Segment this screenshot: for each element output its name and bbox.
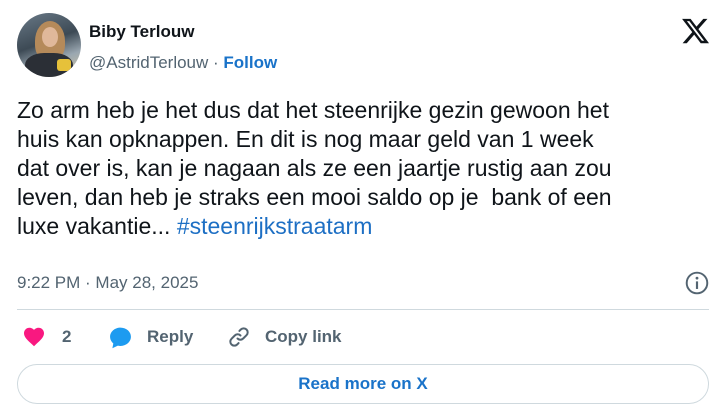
like-button[interactable]: 2	[22, 322, 71, 352]
reply-button[interactable]: Reply	[108, 322, 193, 352]
hashtag-link[interactable]: #steenrijkstraatarm	[177, 213, 373, 239]
tweet-card: Biby Terlouw @AstridTerlouw · Follow Zo …	[0, 0, 725, 407]
reply-label: Reply	[147, 327, 194, 346]
handle-separator: ·	[208, 53, 224, 72]
author-handle-line: @AstridTerlouw · Follow	[89, 53, 277, 73]
read-more-label: Read more on X	[298, 374, 428, 393]
info-icon[interactable]	[684, 270, 710, 296]
x-logo-icon[interactable]	[680, 16, 711, 46]
heart-icon	[24, 327, 44, 347]
avatar[interactable]	[17, 13, 81, 77]
link-icon	[229, 327, 249, 347]
read-more-button[interactable]: Read more on X	[17, 364, 709, 404]
follow-button[interactable]: Follow	[223, 53, 277, 72]
speech-bubble-icon	[110, 327, 131, 348]
like-count: 2	[62, 327, 72, 346]
copy-link-label: Copy link	[265, 327, 342, 346]
author-name[interactable]: Biby Terlouw	[89, 22, 194, 42]
tweet-timestamp[interactable]: 9:22 PM · May 28, 2025	[17, 273, 198, 293]
divider	[17, 309, 709, 310]
author-handle[interactable]: @AstridTerlouw	[89, 53, 208, 72]
copy-link-button[interactable]: Copy link	[227, 322, 342, 352]
tweet-text: Zo arm heb je het dus dat het steenrijke…	[17, 96, 717, 241]
